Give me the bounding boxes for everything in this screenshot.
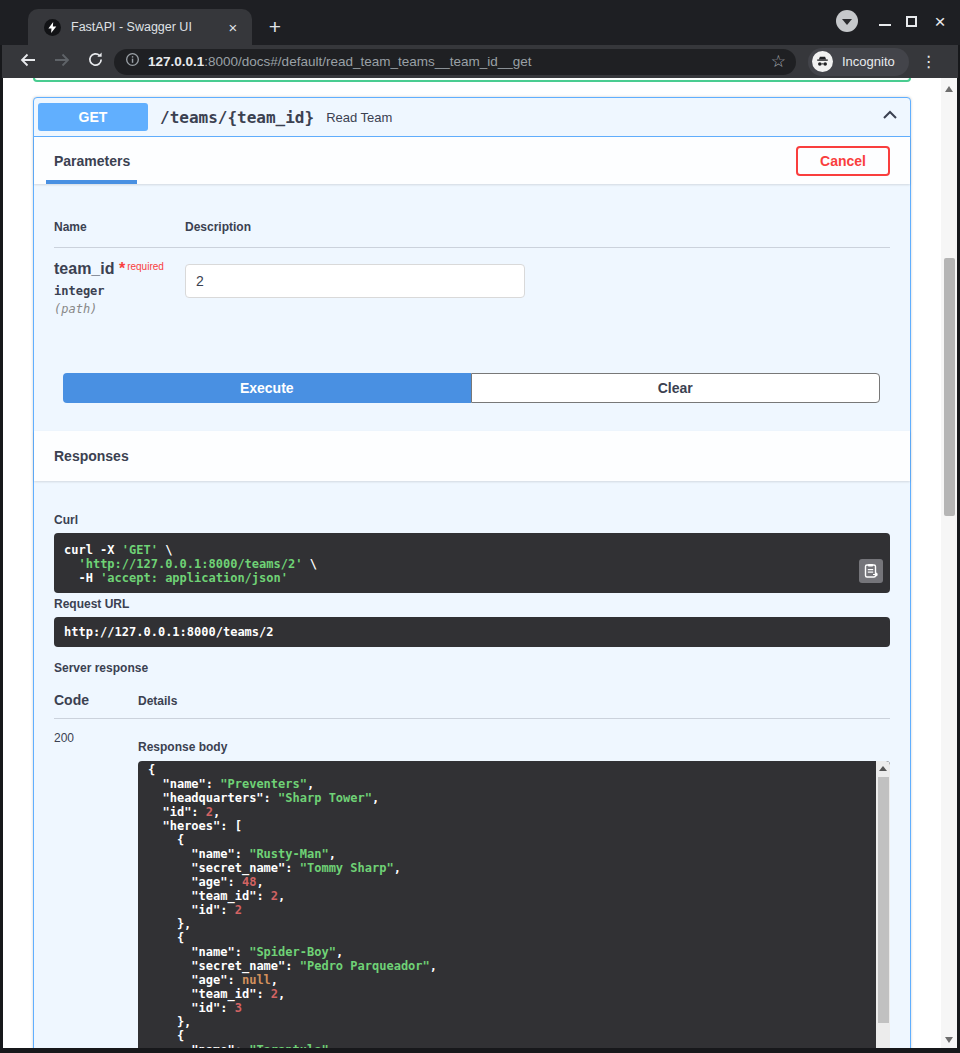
caret-down-icon xyxy=(842,19,852,25)
tab-title: FastAPI - Swagger UI xyxy=(71,20,224,34)
parameters-section: Name Description team_id *required integ… xyxy=(34,184,910,431)
column-header-description: Description xyxy=(185,220,251,234)
column-header-name: Name xyxy=(54,220,185,234)
endpoint-summary: Read Team xyxy=(326,110,392,125)
window-menu-button[interactable] xyxy=(836,10,858,32)
method-badge: GET xyxy=(38,103,148,131)
browser-tab[interactable]: FastAPI - Swagger UI × xyxy=(28,9,252,45)
url-path: :8000/docs#/default/read_team_teams__tea… xyxy=(204,54,531,69)
opblock-get: GET /teams/{team_id} Read Team Parameter… xyxy=(33,97,911,1048)
tab-bar: FastAPI - Swagger UI × + × xyxy=(0,0,960,45)
parameter-row: team_id *required integer (path) xyxy=(54,260,890,316)
address-bar[interactable]: 127.0.0.1:8000/docs#/default/read_team_t… xyxy=(114,49,796,75)
browser-toolbar: 127.0.0.1:8000/docs#/default/read_team_t… xyxy=(2,45,958,78)
page-scrollbar[interactable] xyxy=(941,78,957,1048)
opblock-summary[interactable]: GET /teams/{team_id} Read Team xyxy=(34,98,910,137)
execute-button[interactable]: Execute xyxy=(63,373,471,403)
server-response-label: Server response xyxy=(54,661,890,675)
response-row: 200 Response body { "name": "Preventers"… xyxy=(54,731,890,1048)
page-scrollbar-thumb[interactable] xyxy=(944,258,955,516)
window-close-button[interactable]: × xyxy=(932,12,948,31)
scroll-up-icon[interactable] xyxy=(876,761,890,776)
request-url-label: Request URL xyxy=(54,597,890,611)
curl-command: curl -X 'GET' \ 'http://127.0.0.1:8000/t… xyxy=(54,533,890,593)
table-divider xyxy=(54,247,890,248)
cancel-button[interactable]: Cancel xyxy=(796,146,890,176)
incognito-label: Incognito xyxy=(842,54,895,69)
swagger-page: GET /teams/{team_id} Read Team Parameter… xyxy=(3,78,957,1048)
status-code: 200 xyxy=(54,731,138,1048)
response-body-label: Response body xyxy=(138,740,890,754)
response-scrollbar-thumb[interactable] xyxy=(878,777,889,1023)
copy-to-clipboard-button[interactable] xyxy=(859,559,883,583)
scrollbar-up-arrow[interactable] xyxy=(941,81,957,97)
parameter-location: (path) xyxy=(54,302,185,316)
scrollbar-down-arrow[interactable] xyxy=(941,1032,957,1048)
info-icon[interactable] xyxy=(125,52,140,71)
responses-title: Responses xyxy=(54,448,129,464)
previous-opblock-edge xyxy=(33,78,911,82)
details-column-header: Details xyxy=(138,694,177,708)
fastapi-favicon-icon xyxy=(44,19,61,36)
response-body-code: { "name": "Preventers", "headquarters": … xyxy=(148,763,437,1048)
response-scrollbar[interactable] xyxy=(876,761,890,1048)
responses-header: Responses xyxy=(34,431,910,481)
tab-parameters[interactable]: Parameters xyxy=(54,153,130,169)
clear-button[interactable]: Clear xyxy=(471,373,881,403)
responses-section: Curl curl -X 'GET' \ 'http://127.0.0.1:8… xyxy=(34,513,910,1048)
reload-button[interactable] xyxy=(87,51,104,72)
incognito-icon xyxy=(812,51,833,72)
menu-dots-icon[interactable]: ⋮ xyxy=(921,59,937,65)
parameter-name: team_id *required xyxy=(54,260,185,278)
response-body: { "name": "Preventers", "headquarters": … xyxy=(138,761,890,1048)
parameter-type: integer xyxy=(54,284,185,298)
back-button[interactable] xyxy=(19,51,37,73)
endpoint-path: /teams/{team_id} xyxy=(160,108,314,127)
curl-code: curl -X 'GET' \ 'http://127.0.0.1:8000/t… xyxy=(64,543,317,585)
url-host: 127.0.0.1 xyxy=(148,54,204,69)
code-column-header: Code xyxy=(54,692,138,708)
maximize-button[interactable] xyxy=(906,16,917,27)
bookmark-star-icon[interactable]: ☆ xyxy=(771,51,786,72)
minimize-button[interactable] xyxy=(879,24,891,26)
table-divider xyxy=(54,718,890,719)
incognito-badge: Incognito xyxy=(808,48,909,76)
tab-close-icon[interactable]: × xyxy=(224,19,242,36)
active-tab-underline xyxy=(46,180,137,184)
parameters-header: Parameters Cancel xyxy=(34,137,910,184)
new-tab-button[interactable]: + xyxy=(262,14,288,40)
request-url: http://127.0.0.1:8000/teams/2 xyxy=(54,617,890,647)
curl-label: Curl xyxy=(54,513,890,527)
collapse-chevron-icon[interactable] xyxy=(880,105,900,129)
team-id-input[interactable] xyxy=(185,264,525,298)
forward-button[interactable] xyxy=(53,51,71,73)
